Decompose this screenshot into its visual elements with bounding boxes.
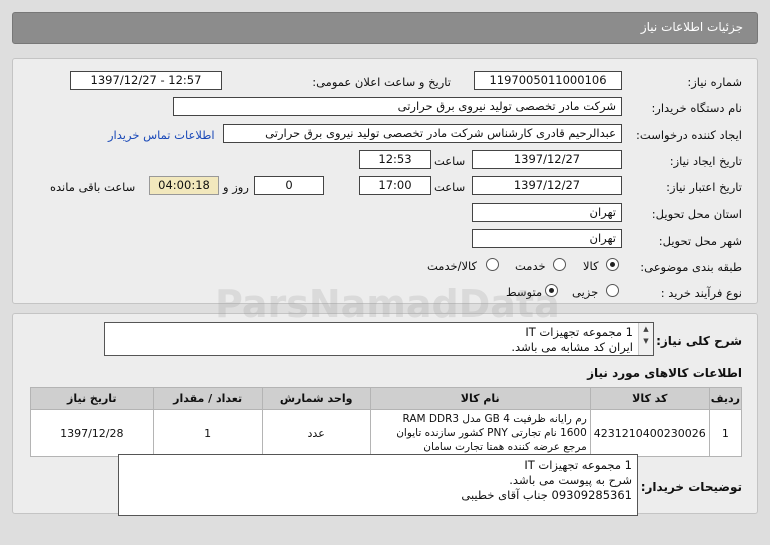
created-date-field: 1397/12/27 (472, 150, 622, 169)
valid-date-label: تاریخ اعتبار نیاز: (666, 180, 742, 194)
announce-label: تاریخ و ساعت اعلان عمومی: (312, 75, 451, 89)
process-medium-radio[interactable] (545, 284, 558, 297)
days-label: روز و (223, 180, 249, 194)
created-time-label: ساعت (434, 154, 466, 168)
buyer-notes-line-1: 1 مجموعه تجهیزات IT (524, 458, 632, 472)
category-goods-radio[interactable] (606, 258, 619, 271)
valid-time-field: 17:00 (359, 176, 431, 195)
col-date: تاریخ نیاز (30, 387, 154, 410)
page-title: جزئیات اطلاعات نیاز (640, 20, 743, 34)
need-number-label: شماره نیاز: (687, 75, 742, 89)
summary-line-1: 1 مجموعه تجهیزات IT (525, 325, 633, 339)
buyer-org-label: نام دستگاه خریدار: (651, 101, 742, 115)
buyer-notes-line-2: شرح به پیوست می باشد. (509, 473, 632, 487)
col-code: کد کالا (589, 387, 710, 410)
contact-buyer-link[interactable]: اطلاعات تماس خریدار (108, 128, 215, 142)
category-label: طبقه بندی موضوعی: (640, 260, 742, 274)
buyer-notes-label: توضیحات خریدار: (640, 480, 742, 494)
table-row: 1 4231210400230026 رم رایانه ظرفیت 4 GB … (30, 409, 743, 457)
buyer-notes-box: 1 مجموعه تجهیزات IT شرح به پیوست می باشد… (118, 454, 638, 516)
col-qty: تعداد / مقدار (152, 387, 263, 410)
city-field: تهران (472, 229, 622, 248)
requester-field: عبدالرحیم قادری کارشناس شرکت مادر تخصصی … (223, 124, 622, 143)
cell-qty: 1 (152, 409, 263, 457)
process-medium-label: متوسط (506, 285, 543, 299)
cell-row: 1 (708, 409, 743, 457)
province-field: تهران (472, 203, 622, 222)
summary-label: شرح کلی نیاز: (656, 334, 742, 348)
city-label: شهر محل تحویل: (658, 234, 742, 248)
page: جزئیات اطلاعات نیاز شماره نیاز: 11970050… (0, 0, 770, 545)
summary-line-2: ایران کد مشابه می باشد. (511, 340, 633, 354)
cell-code: 4231210400230026 (589, 409, 710, 457)
province-label: استان محل تحویل: (651, 207, 742, 221)
goods-table-header: ردیف کد کالا نام کالا واحد شمارش تعداد /… (30, 387, 743, 410)
category-goods-label: کالا (583, 259, 599, 273)
textarea-scrollbar[interactable]: ▲ ▼ (638, 323, 653, 355)
buyer-notes-line-3: 09309285361 جناب آقای خطیبی (461, 488, 632, 502)
need-number-field: 1197005011000106 (474, 71, 622, 90)
category-goods-service-label: کالا/خدمت (427, 259, 478, 273)
valid-date-field: 1397/12/27 (472, 176, 622, 195)
created-time-field: 12:53 (359, 150, 431, 169)
buyer-org-field: شرکت مادر تخصصی تولید نیروی برق حرارتی (173, 97, 622, 116)
category-service-label: خدمت (515, 259, 546, 273)
col-unit: واحد شمارش (261, 387, 371, 410)
days-remaining-field: 0 (254, 176, 324, 195)
process-label: نوع فرآیند خرید : (660, 286, 742, 300)
time-remaining-label: ساعت باقی مانده (50, 180, 136, 194)
col-name: نام کالا (369, 387, 591, 410)
announce-field: 1397/12/27 - 12:57 (70, 71, 222, 90)
goods-table: ردیف کد کالا نام کالا واحد شمارش تعداد /… (30, 387, 743, 457)
time-remaining-field: 04:00:18 (149, 176, 219, 195)
requester-label: ایجاد کننده درخواست: (636, 128, 742, 142)
category-service-radio[interactable] (553, 258, 566, 271)
process-minor-label: جزیی (572, 285, 599, 299)
cell-name: رم رایانه ظرفیت 4 GB مدل RAM DDR3 1600 ن… (369, 409, 591, 457)
valid-time-label: ساعت (434, 180, 466, 194)
created-date-label: تاریخ ایجاد نیاز: (669, 154, 742, 168)
cell-date: 1397/12/28 (30, 409, 154, 457)
process-minor-radio[interactable] (606, 284, 619, 297)
summary-textarea[interactable]: 1 مجموعه تجهیزات IT ایران کد مشابه می با… (104, 322, 654, 356)
cell-unit: عدد (261, 409, 371, 457)
category-goods-service-radio[interactable] (486, 258, 499, 271)
page-header: جزئیات اطلاعات نیاز (12, 12, 758, 44)
goods-section-title: اطلاعات کالاهای مورد نیاز (587, 366, 742, 380)
col-row: ردیف (708, 387, 743, 410)
